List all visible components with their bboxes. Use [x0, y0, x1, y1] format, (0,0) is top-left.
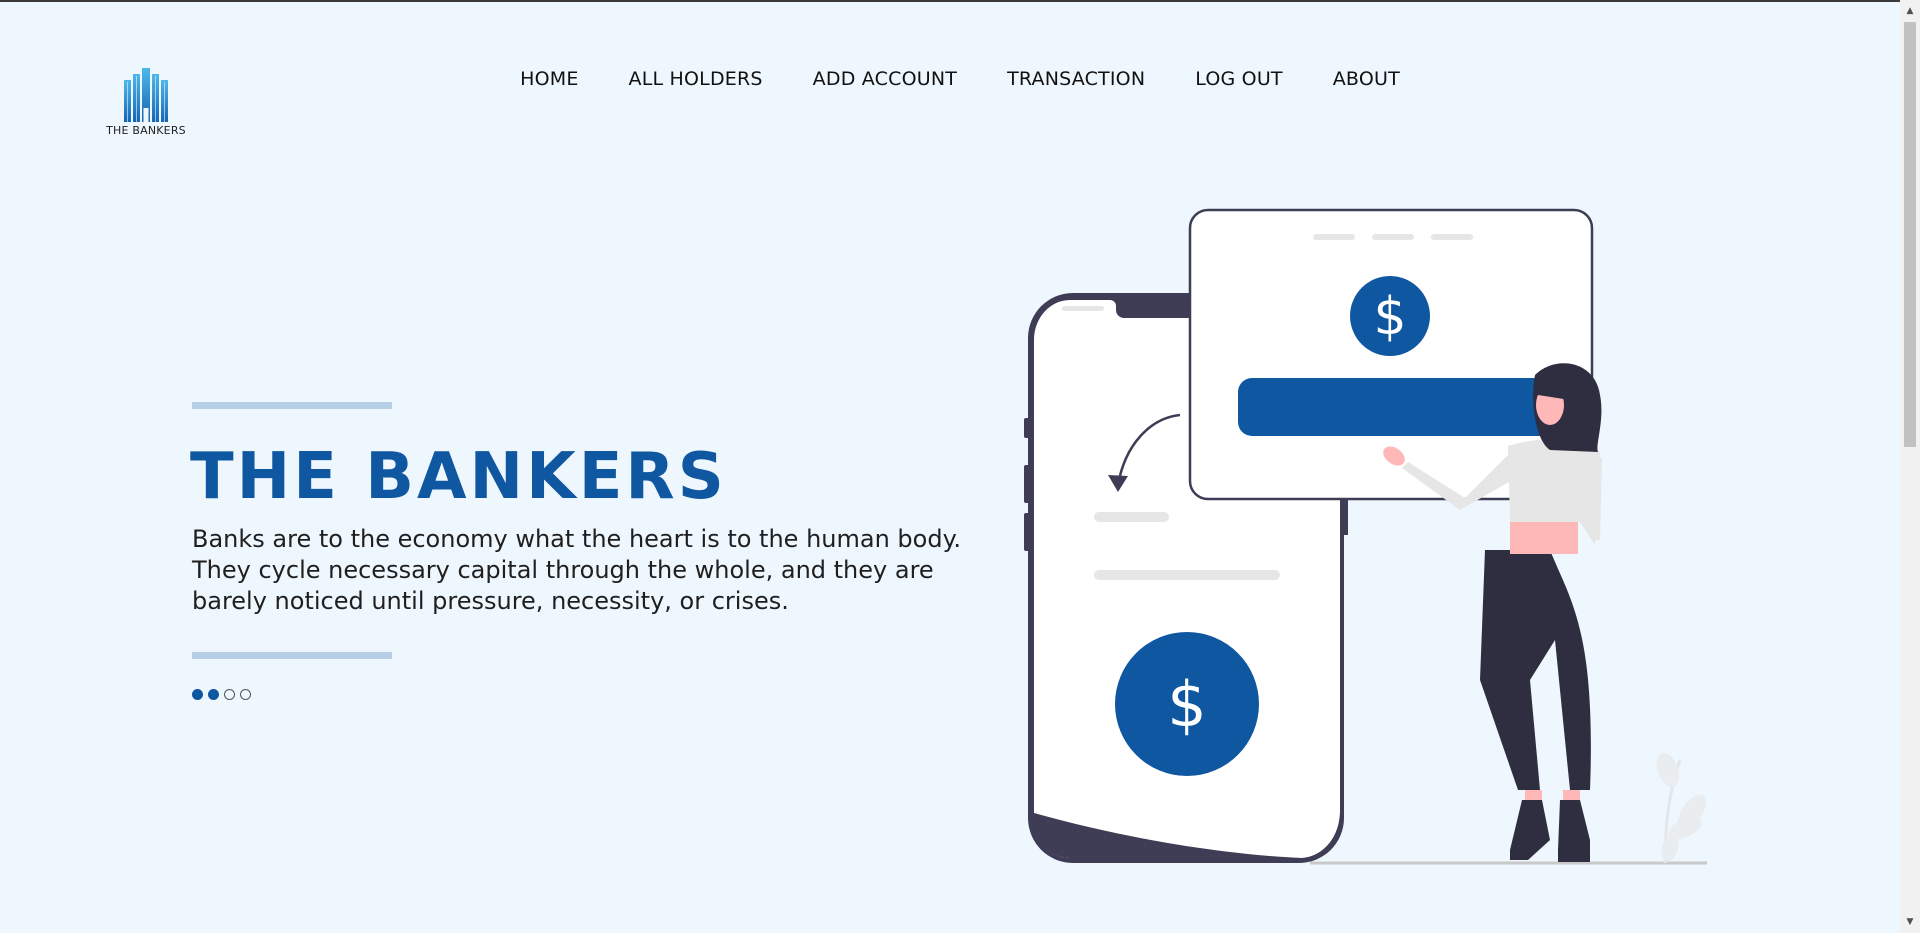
slider-dot[interactable] — [208, 689, 219, 700]
hero-divider-top — [192, 402, 392, 409]
vertical-scrollbar[interactable]: ▲ ▼ — [1900, 0, 1920, 933]
logo-text: THE BANKERS — [106, 124, 186, 137]
nav-transaction[interactable]: TRANSACTION — [1007, 68, 1145, 90]
dollar-symbol: $ — [1373, 287, 1406, 347]
hero-divider-bottom — [192, 652, 392, 659]
dollar-icon: $ — [1115, 632, 1259, 776]
nav-home[interactable]: HOME — [520, 68, 578, 90]
scroll-down-arrow-icon[interactable]: ▼ — [1900, 913, 1920, 931]
plant-icon — [1656, 752, 1707, 864]
nav-all-holders[interactable]: ALL HOLDERS — [629, 68, 763, 90]
hero-title: THE BANKERS — [190, 440, 727, 514]
window-top-border — [0, 0, 1920, 2]
nav-about[interactable]: ABOUT — [1333, 68, 1400, 90]
hero-description: Banks are to the economy what the heart … — [192, 525, 961, 615]
scrollbar-thumb[interactable] — [1904, 22, 1916, 447]
slider-dots — [192, 689, 251, 700]
slider-dot[interactable] — [192, 689, 203, 700]
scroll-up-arrow-icon[interactable]: ▲ — [1900, 2, 1920, 20]
dollar-symbol: $ — [1167, 668, 1206, 741]
slider-dot[interactable] — [224, 689, 235, 700]
nav-log-out[interactable]: LOG OUT — [1195, 68, 1283, 90]
nav-add-account[interactable]: ADD ACCOUNT — [813, 68, 957, 90]
banking-illustration: $ $ — [1024, 208, 1707, 865]
main-nav: HOME ALL HOLDERS ADD ACCOUNT TRANSACTION… — [0, 68, 1900, 90]
slider-dot[interactable] — [240, 689, 251, 700]
